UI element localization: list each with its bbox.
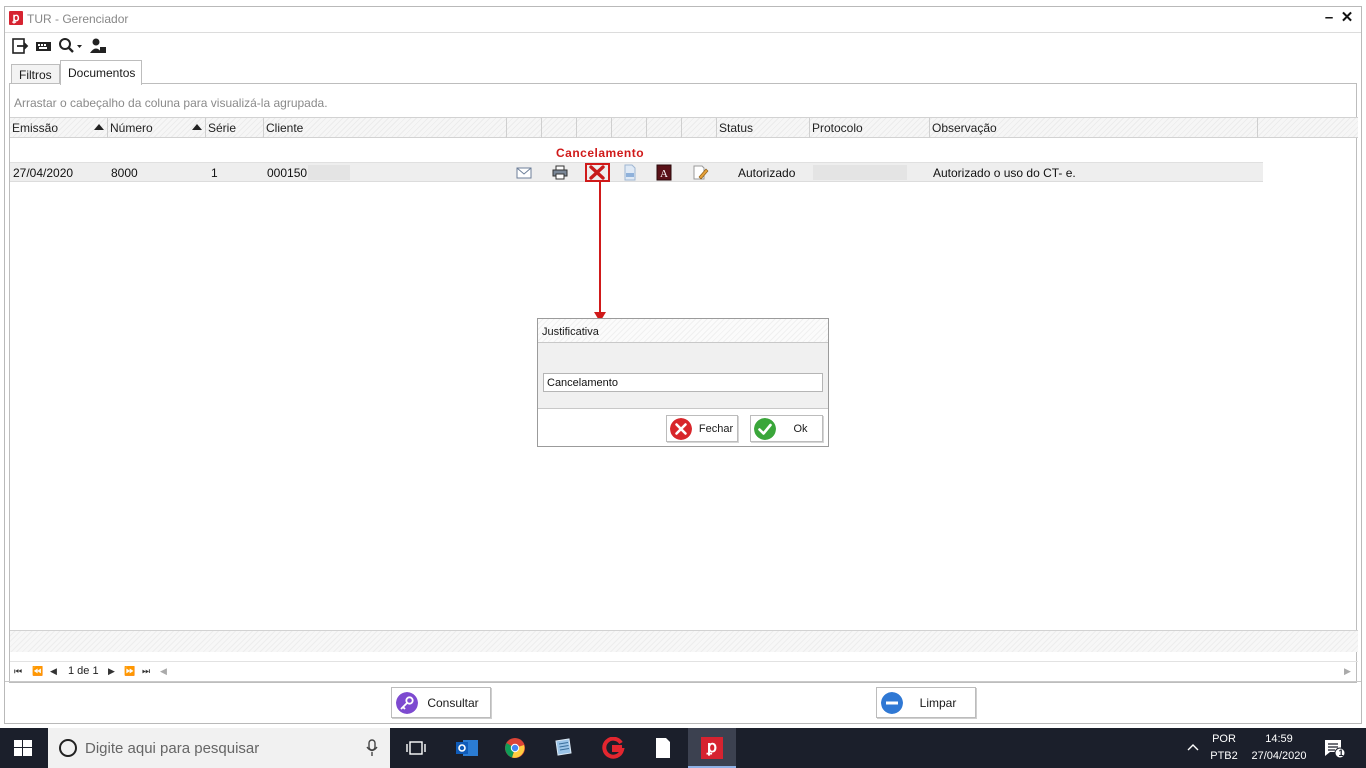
grid-footer: [10, 630, 1358, 652]
page-indicator: 1 de 1: [68, 665, 99, 677]
column-edit[interactable]: [682, 118, 717, 138]
close-circle-icon: [670, 418, 692, 440]
column-pdf[interactable]: [647, 118, 682, 138]
bottom-action-bar: Consultar Limpar: [5, 681, 1361, 725]
search-dropdown-icon[interactable]: [58, 37, 84, 55]
search-placeholder: Digite aqui para pesquisar: [85, 740, 260, 757]
cell-cliente: 000150: [267, 166, 308, 180]
clock-date[interactable]: 27/04/2020: [1246, 750, 1312, 762]
scroll-left-icon[interactable]: ◀: [160, 666, 167, 677]
fechar-label: Fechar: [698, 423, 734, 435]
column-observacao[interactable]: Observação: [930, 118, 1258, 138]
cortana-icon: [59, 739, 77, 757]
limpar-label: Limpar: [919, 696, 957, 710]
language-bottom[interactable]: PTB2: [1207, 750, 1241, 762]
scroll-right-icon[interactable]: ▶: [1344, 666, 1351, 677]
chevron-up-icon[interactable]: [1187, 742, 1199, 752]
print-icon[interactable]: [551, 164, 569, 181]
ok-label: Ok: [793, 423, 808, 435]
toolbar: [5, 32, 1361, 58]
cell-observacao: Autorizado o uso do CT- e.: [933, 166, 1076, 180]
blank-file-icon[interactable]: [654, 737, 672, 759]
exit-icon[interactable]: [11, 37, 29, 55]
document-icon[interactable]: [621, 164, 639, 181]
cell-emissao: 27/04/2020: [13, 166, 74, 180]
first-page-icon[interactable]: ⏮: [14, 666, 22, 677]
column-serie[interactable]: Série: [206, 118, 264, 138]
task-view-icon[interactable]: [406, 740, 426, 756]
dialog-body: [538, 343, 828, 409]
sort-asc-icon: [192, 124, 202, 130]
next-block-icon[interactable]: ⏩: [124, 666, 135, 677]
column-protocolo[interactable]: Protocolo: [810, 118, 930, 138]
consultar-button[interactable]: Consultar: [391, 687, 491, 718]
tur-app-icon: ꝑ: [701, 737, 723, 759]
g-app-icon[interactable]: [601, 737, 625, 759]
cell-serie: 1: [211, 166, 218, 180]
table-row[interactable]: 27/04/2020 8000 1 000150 A Autorizado Au…: [10, 162, 1263, 182]
column-numero-label: Número: [110, 121, 153, 135]
justificativa-dialog: Justificativa Fechar Ok: [537, 318, 829, 447]
svg-text:A: A: [660, 168, 668, 180]
title-bar: ꝑ TUR - Gerenciador – ✕: [5, 7, 1361, 31]
tab-filtros[interactable]: Filtros: [11, 64, 60, 84]
chrome-icon[interactable]: [504, 737, 526, 759]
column-document[interactable]: [612, 118, 647, 138]
notification-count: 1: [1338, 748, 1344, 758]
cell-numero: 8000: [111, 166, 138, 180]
tab-documentos[interactable]: Documentos: [60, 60, 142, 85]
windows-start-icon[interactable]: [14, 740, 32, 756]
column-cancel[interactable]: [577, 118, 612, 138]
window-title: TUR - Gerenciador: [27, 12, 129, 26]
outlook-icon[interactable]: [455, 737, 479, 759]
column-print[interactable]: [542, 118, 577, 138]
cell-status: Autorizado: [738, 166, 796, 180]
minimize-button[interactable]: –: [1320, 9, 1338, 27]
redacted-protocol: [813, 165, 907, 180]
keyboard-icon[interactable]: [35, 37, 53, 55]
notepad-app-icon[interactable]: [552, 737, 574, 759]
edit-icon[interactable]: [691, 164, 709, 181]
column-status[interactable]: Status: [717, 118, 810, 138]
email-icon[interactable]: [515, 164, 533, 181]
prev-block-icon[interactable]: ⏪: [32, 666, 43, 677]
consultar-label: Consultar: [427, 696, 479, 710]
sort-asc-icon: [94, 124, 104, 130]
ok-button[interactable]: Ok: [750, 415, 823, 442]
column-emissao-label: Emissão: [12, 121, 59, 135]
prev-page-icon[interactable]: ◀: [50, 666, 57, 677]
fechar-button[interactable]: Fechar: [666, 415, 738, 442]
pager: ⏮ ⏪ ◀ 1 de 1 ▶ ⏩ ⏭ ◀ ▶: [10, 661, 1358, 681]
taskbar-search[interactable]: Digite aqui para pesquisar: [48, 728, 390, 768]
microphone-icon[interactable]: [366, 739, 378, 757]
taskbar: Digite aqui para pesquisar ꝑ POR PTB2 14…: [0, 728, 1366, 768]
pdf-icon[interactable]: A: [655, 164, 673, 181]
column-emissao[interactable]: Emissão: [10, 118, 108, 138]
column-cliente[interactable]: Cliente: [264, 118, 507, 138]
next-page-icon[interactable]: ▶: [108, 666, 115, 677]
group-by-hint: Arrastar o cabeçalho da coluna para visu…: [14, 96, 328, 110]
last-page-icon[interactable]: ⏭: [142, 666, 150, 677]
cancelamento-annotation-label: Cancelamento: [556, 146, 645, 160]
user-icon[interactable]: [89, 37, 107, 55]
close-button[interactable]: ✕: [1338, 9, 1356, 27]
clock-time[interactable]: 14:59: [1246, 733, 1312, 745]
cancel-icon-highlight: [585, 163, 610, 182]
column-numero[interactable]: Número: [108, 118, 206, 138]
check-circle-icon: [754, 418, 776, 440]
language-top[interactable]: POR: [1207, 733, 1241, 745]
annotation-arrow-line: [599, 182, 601, 316]
app-logo-icon: ꝑ: [9, 11, 23, 25]
limpar-button[interactable]: Limpar: [876, 687, 976, 718]
redacted-client-name: [308, 165, 350, 180]
dialog-title: Justificativa: [538, 319, 828, 343]
active-app-tab[interactable]: ꝑ: [688, 728, 736, 768]
grid-header: Emissão Número Série Cliente Status Prot…: [10, 117, 1358, 138]
column-email[interactable]: [507, 118, 542, 138]
justificativa-input[interactable]: [543, 373, 823, 392]
